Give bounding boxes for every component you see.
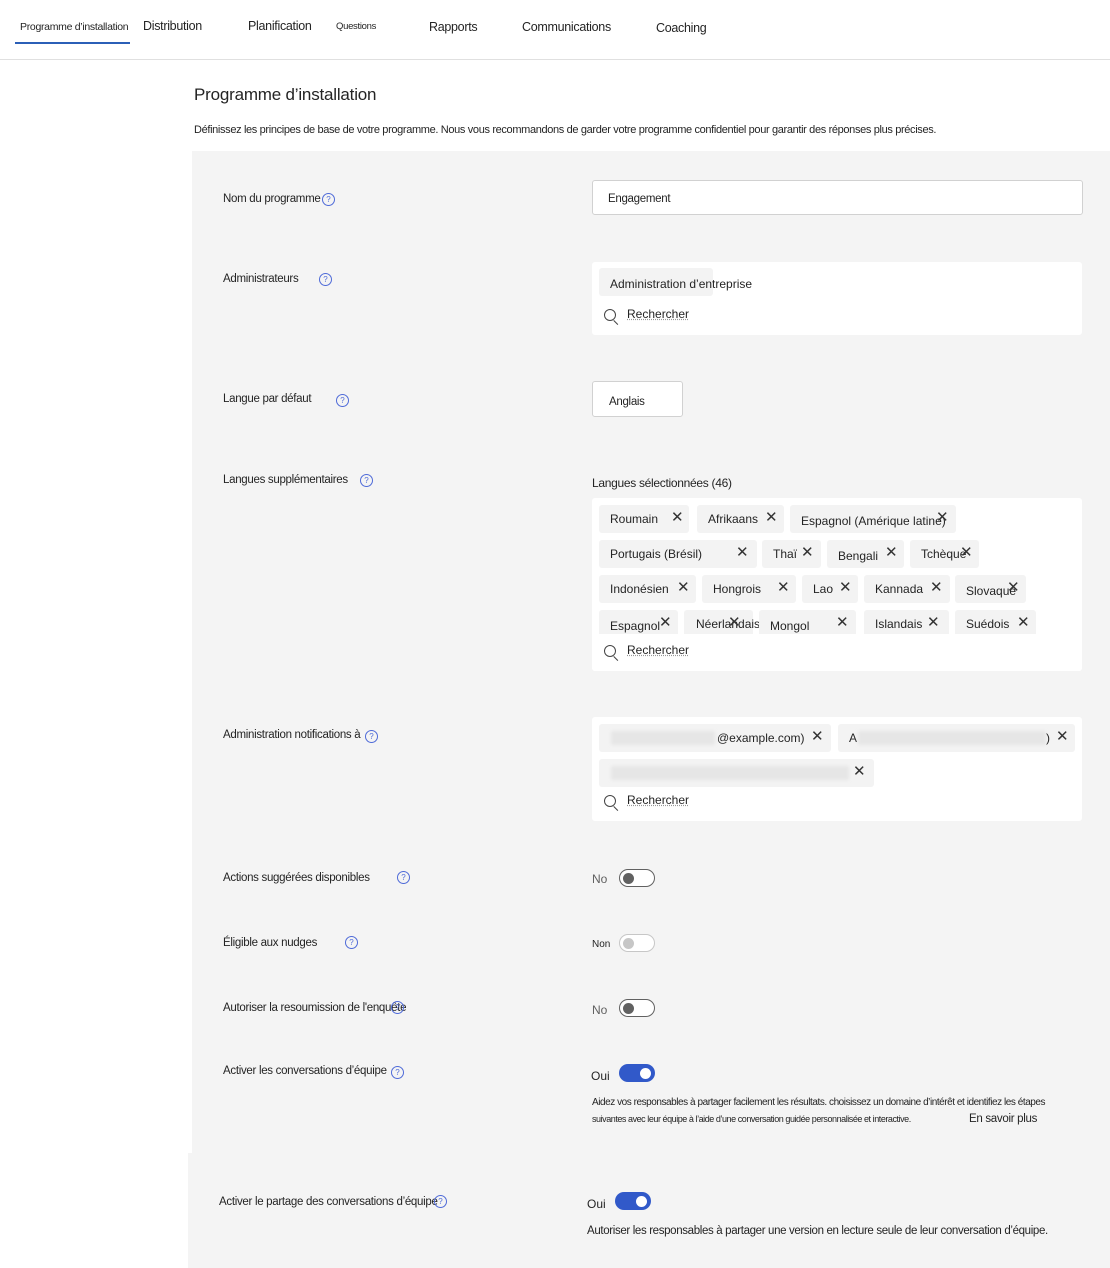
team-conversations-help-line1: Aidez vos responsables à partager facile… xyxy=(592,1097,1046,1108)
resubmission-label: Autoriser la resoumission de l'enquête xyxy=(223,1002,407,1014)
settings-panel-sharing xyxy=(188,1153,1110,1268)
nudges-state: Non xyxy=(592,939,611,950)
help-icon[interactable]: ? xyxy=(391,1001,404,1014)
tab-communications[interactable]: Communications xyxy=(522,20,611,34)
language-chip[interactable]: Kannada ✕ xyxy=(864,575,950,603)
remove-icon[interactable]: ✕ xyxy=(839,580,852,595)
remove-icon[interactable]: ✕ xyxy=(728,615,741,630)
language-chip[interactable]: Hongrois ✕ xyxy=(702,575,796,603)
remove-icon[interactable]: ✕ xyxy=(765,510,778,525)
admins-label: Administrateurs xyxy=(223,273,299,285)
tab-coaching[interactable]: Coaching xyxy=(656,21,707,35)
suggested-actions-state: No xyxy=(592,872,608,886)
remove-icon[interactable]: ✕ xyxy=(927,615,940,630)
remove-icon[interactable]: ✕ xyxy=(811,729,824,744)
help-icon[interactable]: ? xyxy=(336,394,349,407)
team-conversations-help-line2: suivantes avec leur équipe à l’aide d’un… xyxy=(592,1114,911,1124)
languages-picker[interactable]: Roumain ✕ Afrikaans ✕ Espagnol (Amérique l… xyxy=(592,498,1082,671)
remove-icon[interactable]: ✕ xyxy=(736,545,749,560)
suggested-actions-toggle[interactable] xyxy=(619,869,655,887)
language-chip[interactable]: Roumain ✕ xyxy=(599,505,689,533)
program-name-label: Nom du programme xyxy=(223,193,321,205)
additional-languages-label: Langues supplémentaires xyxy=(223,474,348,486)
team-sharing-state: Oui xyxy=(587,1197,606,1211)
search-icon xyxy=(604,795,616,807)
admins-picker[interactable]: Administration d’entreprise Rechercher xyxy=(592,262,1082,335)
help-icon[interactable]: ? xyxy=(365,730,378,743)
tab-planification[interactable]: Planification xyxy=(248,19,312,33)
program-name-input[interactable]: Engagement xyxy=(592,180,1083,215)
tab-questions[interactable]: Questions xyxy=(336,21,376,32)
suggested-actions-label: Actions suggérées disponibles xyxy=(223,872,370,884)
remove-icon[interactable]: ✕ xyxy=(801,545,814,560)
selected-languages-count: Langues sélectionnées (46) xyxy=(592,476,732,490)
default-language-label: Langue par défaut xyxy=(223,393,312,405)
remove-icon[interactable]: ✕ xyxy=(659,615,672,630)
language-chip[interactable]: Slovaque ✕ xyxy=(955,575,1026,603)
recipient-chip[interactable]: @example.com) ✕ xyxy=(599,724,831,752)
help-icon[interactable]: ? xyxy=(434,1195,447,1208)
language-chip[interactable]: Tchèque ✕ xyxy=(910,540,979,568)
recipient-chip[interactable]: ✕ xyxy=(599,759,874,787)
page-description: Définissez les principes de base de votr… xyxy=(194,124,937,136)
search-icon xyxy=(604,645,616,657)
remove-icon[interactable]: ✕ xyxy=(1007,580,1020,595)
language-chip[interactable]: Espagnol (Amérique latine) ✕ xyxy=(790,505,956,533)
learn-more-link[interactable]: En savoir plus xyxy=(969,1113,1037,1125)
language-chip[interactable]: Indonésien ✕ xyxy=(599,575,696,603)
remove-icon[interactable]: ✕ xyxy=(936,510,949,525)
remove-icon[interactable]: ✕ xyxy=(853,764,866,779)
search-icon xyxy=(604,309,616,321)
language-chip[interactable]: Portugais (Brésil) ✕ xyxy=(599,540,757,568)
redacted-name xyxy=(858,731,1046,745)
remove-icon[interactable]: ✕ xyxy=(677,580,690,595)
nudges-label: Éligible aux nudges xyxy=(223,937,318,949)
team-conversations-label: Activer les conversations d’équipe xyxy=(223,1065,387,1077)
default-language-value: Anglais xyxy=(609,396,645,408)
redacted-name xyxy=(611,766,849,780)
redacted-name xyxy=(611,731,715,745)
remove-icon[interactable]: ✕ xyxy=(960,545,973,560)
help-icon[interactable]: ? xyxy=(319,273,332,286)
language-chip[interactable]: Bengali ✕ xyxy=(827,540,904,568)
tab-distribution[interactable]: Distribution xyxy=(143,19,202,33)
admin-notifications-label: Administration notifications à xyxy=(223,729,361,741)
default-language-select[interactable]: Anglais xyxy=(592,381,683,417)
page-title: Programme d’installation xyxy=(194,85,377,104)
remove-icon[interactable]: ✕ xyxy=(671,510,684,525)
team-sharing-label: Activer le partage des conversations d’é… xyxy=(219,1196,438,1208)
remove-icon[interactable]: ✕ xyxy=(885,545,898,560)
tab-rapports[interactable]: Rapports xyxy=(429,20,478,34)
tab-programme-installation[interactable]: Programme d’installation xyxy=(14,21,131,44)
help-icon[interactable]: ? xyxy=(322,193,335,206)
remove-icon[interactable]: ✕ xyxy=(930,580,943,595)
resubmission-state: No xyxy=(592,1003,608,1017)
help-icon[interactable]: ? xyxy=(397,871,410,884)
help-icon[interactable]: ? xyxy=(345,936,358,949)
nudges-toggle xyxy=(619,934,655,952)
team-sharing-help: Autoriser les responsables à partager un… xyxy=(587,1225,1048,1237)
admin-chip[interactable]: Administration d’entreprise xyxy=(599,268,752,296)
help-icon[interactable]: ? xyxy=(360,474,373,487)
team-sharing-toggle[interactable] xyxy=(615,1192,651,1210)
help-icon[interactable]: ? xyxy=(391,1066,404,1079)
program-name-value: Engagement xyxy=(608,193,671,205)
language-chip[interactable]: Afrikaans ✕ xyxy=(697,505,784,533)
resubmission-toggle[interactable] xyxy=(619,999,655,1017)
remove-icon[interactable]: ✕ xyxy=(1056,729,1069,744)
team-conversations-state: Oui xyxy=(591,1069,610,1083)
remove-icon[interactable]: ✕ xyxy=(836,615,849,630)
top-navigation: Programme d’installation Distribution Pl… xyxy=(0,0,1110,60)
language-chip[interactable]: Thaï ✕ xyxy=(762,540,821,568)
remove-icon[interactable]: ✕ xyxy=(1017,615,1030,630)
admin-notifications-picker[interactable]: @example.com) ✕ A ) ✕ ✕ Rechercher xyxy=(592,717,1082,821)
remove-icon[interactable]: ✕ xyxy=(777,580,790,595)
recipient-chip[interactable]: A ) ✕ xyxy=(838,724,1075,752)
language-chip[interactable]: Lao ✕ xyxy=(802,575,858,603)
team-conversations-toggle[interactable] xyxy=(619,1064,655,1082)
